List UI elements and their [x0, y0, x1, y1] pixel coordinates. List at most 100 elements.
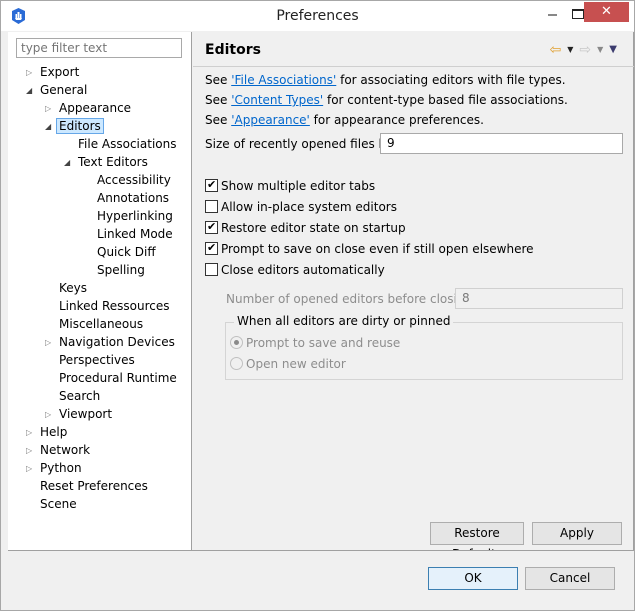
tree-item-procedural-runtime[interactable]: Procedural Runtime: [59, 370, 177, 387]
tree-item-python[interactable]: ▷ Python: [26, 460, 82, 477]
tree-item-label: Viewport: [59, 407, 113, 421]
checkbox-label: Allow in-place system editors: [221, 200, 397, 214]
recent-files-size-input[interactable]: 9: [380, 133, 623, 154]
checkbox-icon[interactable]: [205, 240, 218, 255]
group-title: When all editors are dirty or pinned: [234, 314, 454, 328]
expanded-twisty-icon[interactable]: ◢: [45, 118, 55, 135]
tree-item-label: Appearance: [59, 101, 132, 115]
appearance-link[interactable]: 'Appearance': [231, 113, 310, 127]
tree-item-label: Network: [40, 443, 91, 457]
filter-input[interactable]: [16, 38, 182, 58]
prompt-save-reuse-radio[interactable]: Prompt to save and reuse: [230, 335, 400, 352]
expanded-twisty-icon[interactable]: ◢: [64, 154, 74, 171]
checkbox-icon[interactable]: [205, 177, 218, 192]
tree-item-label: File Associations: [78, 137, 177, 151]
tree-item-label: Miscellaneous: [59, 317, 144, 331]
file-associations-line: See 'File Associations' for associating …: [205, 73, 566, 87]
tree-item-label: Search: [59, 389, 101, 403]
checkbox-icon[interactable]: [205, 200, 218, 213]
tree-item-label: Linked Ressources: [59, 299, 170, 313]
preferences-window: Preferences ✕ ▷ Export ◢ General ▷ Appearance…: [0, 0, 635, 611]
tree-item-label: Spelling: [97, 263, 145, 277]
show-multiple-tabs-checkbox[interactable]: Show multiple editor tabs: [205, 177, 375, 195]
checkbox-label: Prompt to save on close even if still op…: [221, 242, 534, 256]
see-text: See: [205, 73, 232, 87]
tree-item-editors[interactable]: ◢ Editors: [45, 118, 104, 135]
forward-arrow-icon[interactable]: ⇨: [579, 43, 591, 57]
open-new-editor-radio[interactable]: Open new editor: [230, 356, 346, 373]
apply-button[interactable]: Apply: [532, 522, 622, 545]
title-bar: Preferences ✕: [1, 1, 634, 31]
checkbox-icon[interactable]: [205, 219, 218, 234]
radio-icon[interactable]: [230, 336, 243, 349]
cancel-button[interactable]: Cancel: [525, 567, 615, 590]
collapsed-twisty-icon[interactable]: ▷: [26, 424, 36, 441]
tree-item-viewport[interactable]: ▷ Viewport: [45, 406, 113, 423]
tree-item-miscellaneous[interactable]: Miscellaneous: [59, 316, 143, 333]
tree-item-label: Linked Mode: [97, 227, 173, 241]
expanded-twisty-icon[interactable]: ◢: [26, 82, 36, 99]
close-editors-automatically-checkbox[interactable]: Close editors automatically: [205, 262, 385, 279]
tree-item-linked-mode[interactable]: Linked Mode: [97, 226, 173, 243]
dirty-pinned-group: When all editors are dirty or pinned Pro…: [225, 314, 623, 380]
tree-item-perspectives[interactable]: Perspectives: [59, 352, 135, 369]
view-menu-icon[interactable]: ▼: [609, 45, 617, 55]
collapsed-twisty-icon[interactable]: ▷: [26, 64, 36, 81]
tree-item-label: Python: [40, 461, 82, 475]
tree-item-file-associations[interactable]: File Associations: [78, 136, 176, 153]
tree-item-search[interactable]: Search: [59, 388, 100, 405]
prompt-to-save-checkbox[interactable]: Prompt to save on close even if still op…: [205, 240, 534, 258]
page-nav-toolbar: ⇦ ▼ ⇨ ▼ ▼: [550, 42, 617, 58]
ok-button[interactable]: OK: [428, 567, 518, 590]
tree-item-export[interactable]: ▷ Export: [26, 64, 80, 81]
forward-dropdown-icon[interactable]: ▼: [597, 46, 603, 54]
collapsed-twisty-icon[interactable]: ▷: [45, 334, 55, 351]
collapsed-twisty-icon[interactable]: ▷: [26, 460, 36, 477]
close-button[interactable]: ✕: [584, 2, 629, 22]
collapsed-twisty-icon[interactable]: ▷: [45, 100, 55, 117]
radio-icon[interactable]: [230, 357, 243, 370]
appearance-line: See 'Appearance' for appearance preferen…: [205, 113, 484, 127]
tree-item-appearance[interactable]: ▷ Appearance: [45, 100, 132, 117]
radio-label: Prompt to save and reuse: [246, 336, 401, 350]
content-types-link[interactable]: 'Content Types': [231, 93, 323, 107]
tree-item-spelling[interactable]: Spelling: [97, 262, 145, 279]
tree-item-reset-preferences[interactable]: Reset Preferences: [40, 478, 148, 495]
collapsed-twisty-icon[interactable]: ▷: [26, 442, 36, 459]
tree-item-hyperlinking[interactable]: Hyperlinking: [97, 208, 173, 225]
back-dropdown-icon[interactable]: ▼: [567, 46, 573, 54]
tree-item-keys[interactable]: Keys: [59, 280, 87, 297]
tree-item-quick-diff[interactable]: Quick Diff: [97, 244, 156, 261]
tree-item-label: Editors: [56, 118, 104, 134]
allow-inplace-editors-checkbox[interactable]: Allow in-place system editors: [205, 199, 397, 216]
dialog-button-bar: OK Cancel: [8, 551, 634, 604]
tree-item-help[interactable]: ▷ Help: [26, 424, 67, 441]
tree-item-general[interactable]: ◢ General: [26, 82, 87, 99]
minimize-button[interactable]: [539, 3, 565, 23]
see-text: See: [205, 93, 232, 107]
recent-files-label: Size of recently opened files list:: [205, 137, 401, 151]
collapsed-twisty-icon[interactable]: ▷: [45, 406, 55, 423]
back-arrow-icon[interactable]: ⇦: [550, 43, 562, 57]
tree-item-network[interactable]: ▷ Network: [26, 442, 91, 459]
tree-item-label: Export: [40, 65, 80, 79]
tree-item-label: Navigation Devices: [59, 335, 175, 349]
tree-item-label: Keys: [59, 281, 88, 295]
restore-editor-state-checkbox[interactable]: Restore editor state on startup: [205, 219, 406, 237]
restore-defaults-button[interactable]: Restore Defaults: [430, 522, 524, 561]
checkbox-icon[interactable]: [205, 263, 218, 276]
tree-item-annotations[interactable]: Annotations: [97, 190, 169, 207]
tree-item-text-editors[interactable]: ◢ Text Editors: [64, 154, 148, 171]
checkbox-label: Restore editor state on startup: [221, 221, 406, 235]
opened-editors-count-input[interactable]: 8: [455, 288, 623, 309]
header-separator: [193, 66, 634, 67]
tree-item-scene[interactable]: Scene: [40, 496, 77, 513]
tree-item-navigation-devices[interactable]: ▷ Navigation Devices: [45, 334, 175, 351]
checkbox-label: Close editors automatically: [221, 263, 385, 277]
tree-item-label: Text Editors: [78, 155, 148, 169]
tree-item-linked-ressources[interactable]: Linked Ressources: [59, 298, 170, 315]
tree-item-accessibility[interactable]: Accessibility: [97, 172, 171, 189]
description-text: for associating editors with file types.: [336, 73, 566, 87]
file-associations-link[interactable]: 'File Associations': [231, 73, 336, 87]
tree-item-label: Accessibility: [97, 173, 171, 187]
